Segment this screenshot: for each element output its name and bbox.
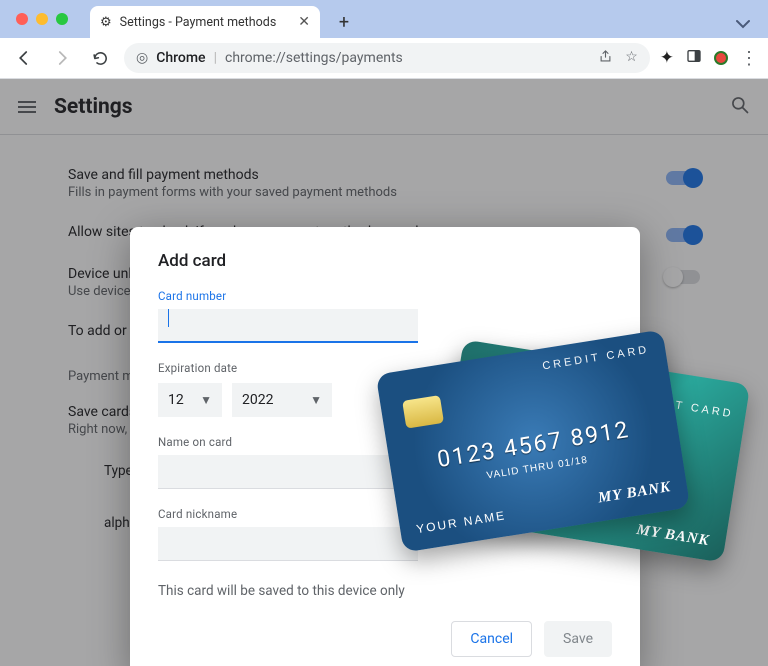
new-tab-button[interactable]: +	[330, 8, 358, 36]
window-zoom-dot[interactable]	[56, 13, 68, 25]
expiration-year-select[interactable]: 2022 ▼	[232, 383, 332, 417]
chrome-menu-icon[interactable]: ⋮	[740, 48, 758, 69]
card-number-input[interactable]	[158, 309, 418, 343]
card-nickname-label: Card nickname	[158, 507, 612, 521]
forward-button[interactable]	[48, 44, 76, 72]
reload-button[interactable]	[86, 44, 114, 72]
side-panel-icon[interactable]	[686, 48, 702, 68]
month-value: 12	[168, 392, 184, 408]
dialog-note: This card will be saved to this device o…	[158, 583, 612, 599]
bookmark-star-icon[interactable]: ☆	[625, 49, 638, 68]
name-on-card-input[interactable]	[158, 455, 418, 489]
gear-icon: ⚙	[100, 15, 112, 30]
profile-avatar[interactable]	[714, 51, 728, 65]
cancel-button[interactable]: Cancel	[451, 621, 532, 657]
add-card-dialog: Add card Card number Expiration date 12 …	[130, 227, 640, 666]
chevron-down-icon: ▼	[200, 393, 212, 407]
expiration-month-select[interactable]: 12 ▼	[158, 383, 222, 417]
year-value: 2022	[242, 392, 273, 408]
card-nickname-input[interactable]	[158, 527, 418, 561]
share-icon[interactable]	[598, 49, 613, 68]
expiration-label: Expiration date	[158, 361, 612, 375]
url-path: //settings/payments	[276, 50, 403, 66]
chevron-down-icon: ▼	[310, 393, 322, 407]
window-minimize-dot[interactable]	[36, 13, 48, 25]
url-host: Chrome	[156, 50, 205, 66]
tab-title: Settings - Payment methods	[120, 15, 277, 30]
url-scheme: chrome:	[225, 50, 276, 66]
card-number-label: Card number	[158, 289, 612, 303]
window-close-dot[interactable]	[16, 13, 28, 25]
back-button[interactable]	[10, 44, 38, 72]
address-bar[interactable]: ◎ Chrome | chrome://settings/payments ☆	[124, 43, 650, 73]
browser-tab[interactable]: ⚙ Settings - Payment methods ✕	[90, 6, 320, 38]
tabs-menu-chevron-icon[interactable]	[736, 14, 750, 33]
close-tab-icon[interactable]: ✕	[298, 14, 310, 30]
chrome-origin-icon: ◎	[136, 50, 148, 66]
browser-toolbar: ◎ Chrome | chrome://settings/payments ☆ …	[0, 38, 768, 79]
save-button[interactable]: Save	[544, 621, 612, 657]
extensions-puzzle-icon[interactable]: ✦	[660, 48, 674, 68]
name-on-card-label: Name on card	[158, 435, 612, 449]
dialog-title: Add card	[158, 251, 612, 271]
